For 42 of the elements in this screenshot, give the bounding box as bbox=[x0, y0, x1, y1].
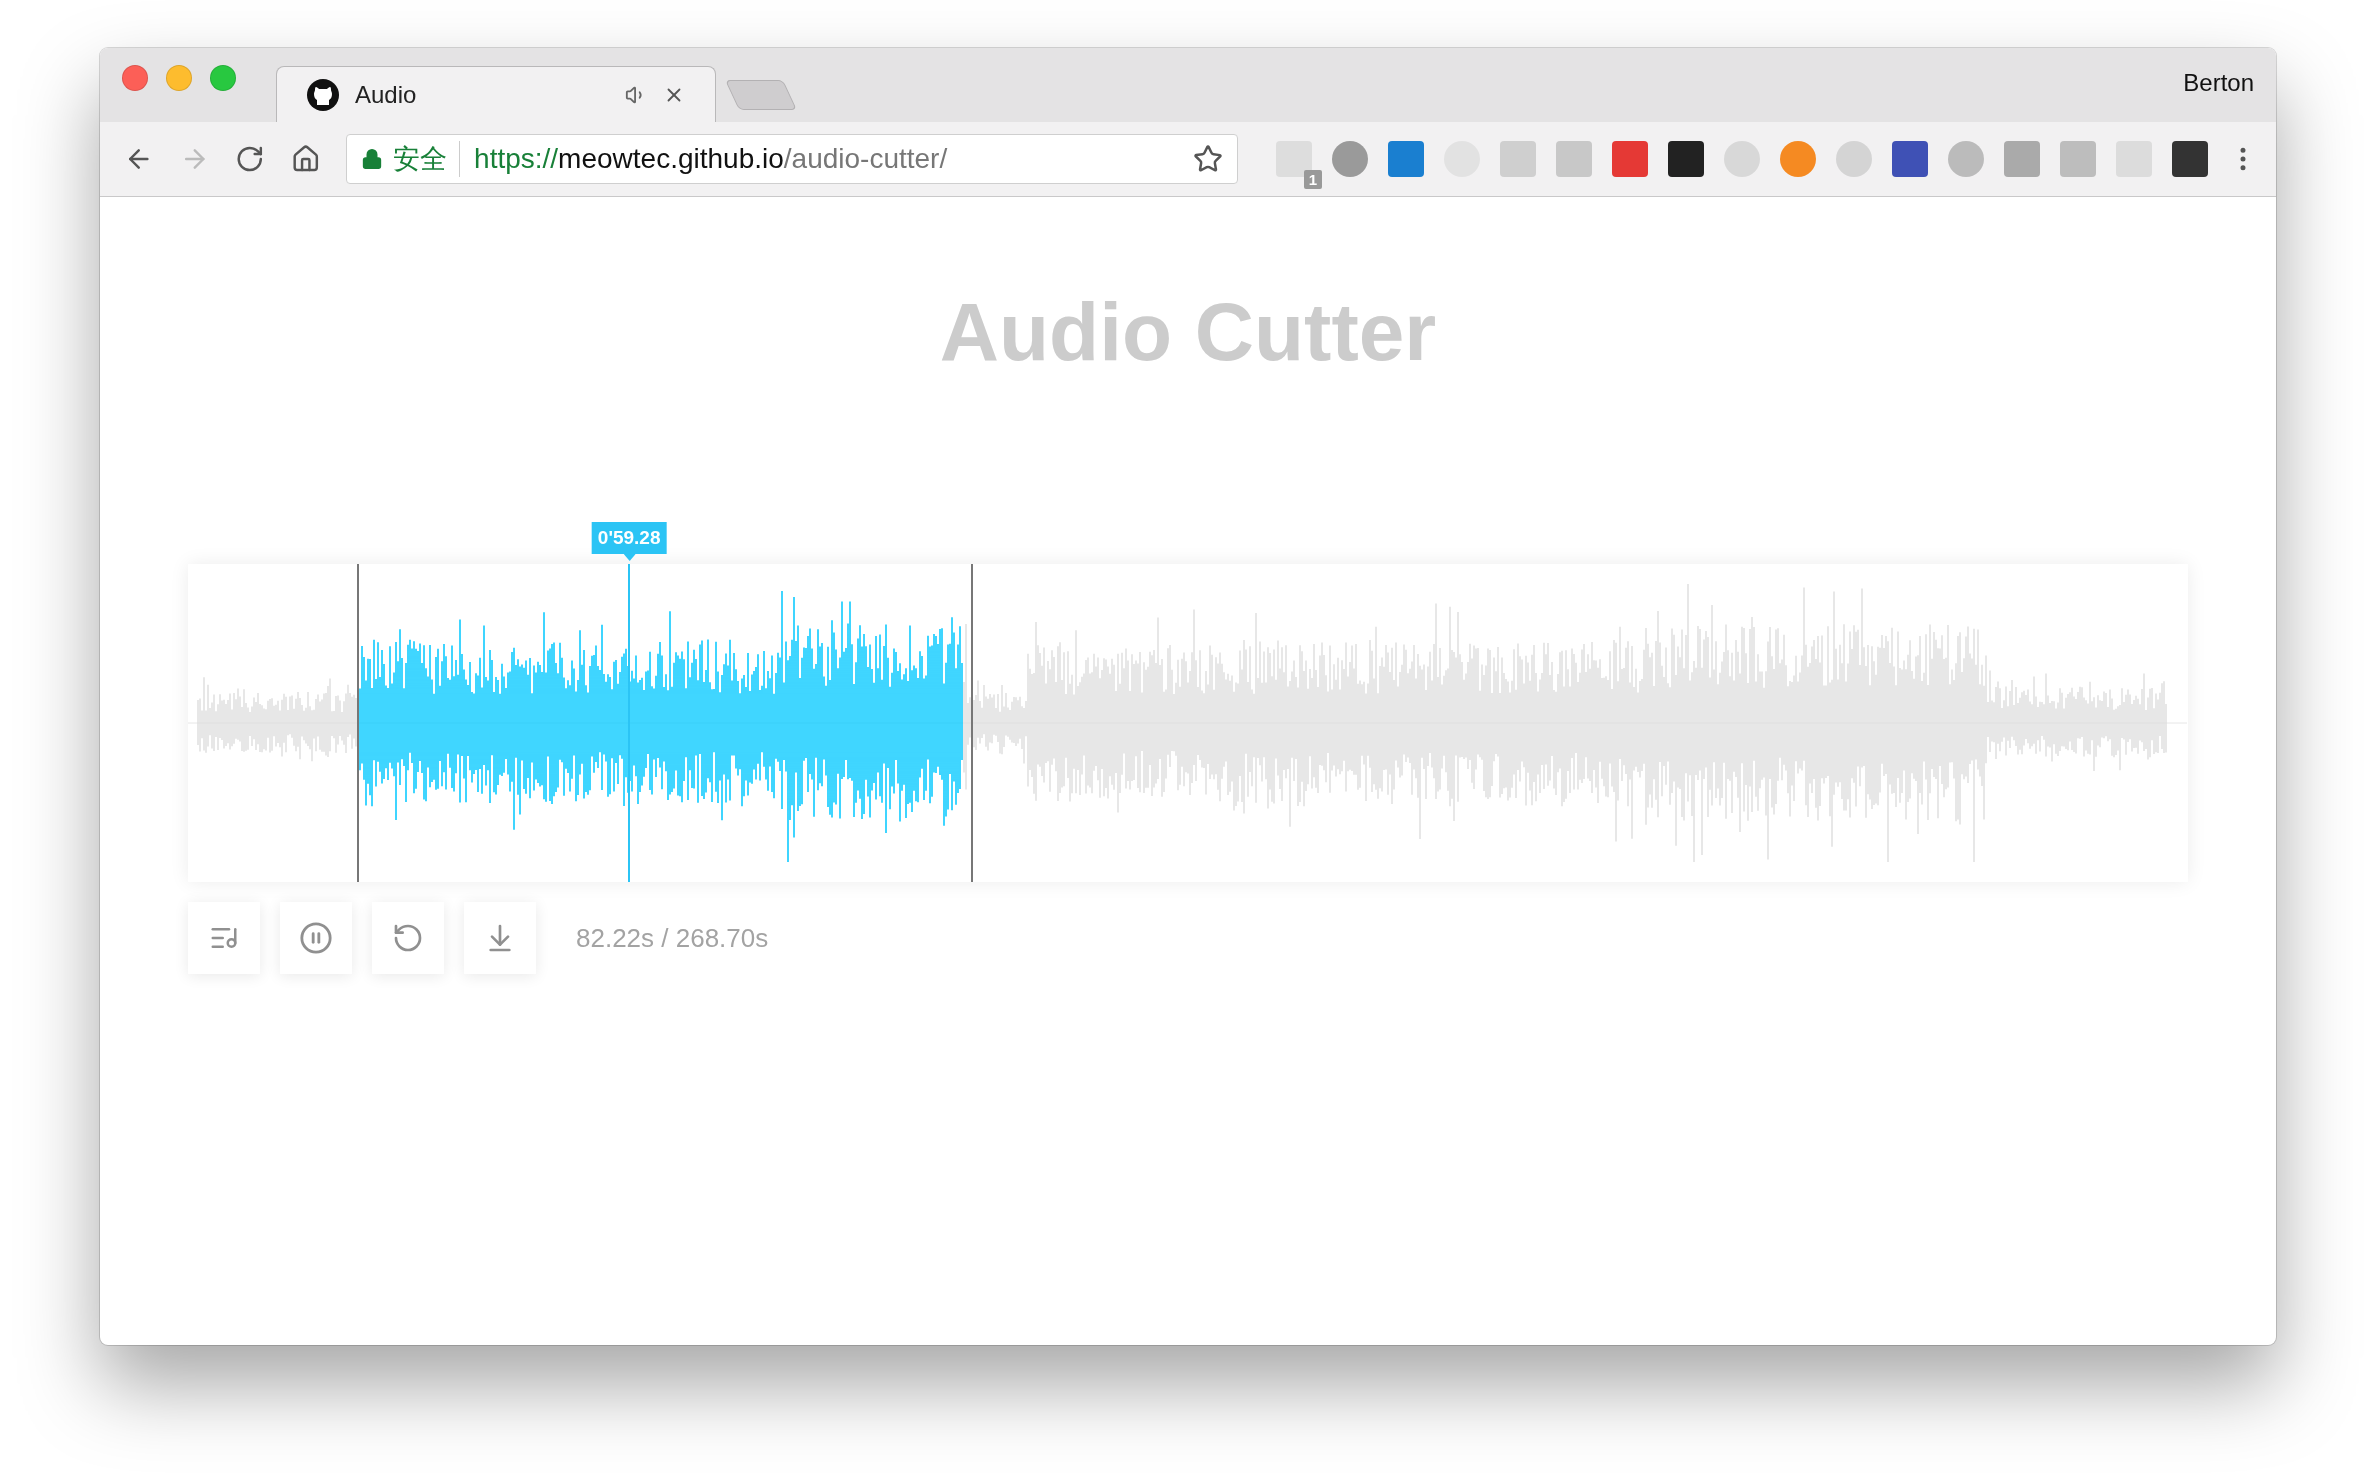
star-icon[interactable] bbox=[1193, 144, 1223, 174]
extension-icon[interactable] bbox=[1724, 141, 1760, 177]
replay-button[interactable] bbox=[372, 902, 444, 974]
selection-handle[interactable] bbox=[357, 564, 359, 882]
playback-time: 82.22s / 268.70s bbox=[576, 922, 769, 954]
selection-handle[interactable] bbox=[971, 564, 973, 882]
extension-icon[interactable] bbox=[1500, 141, 1536, 177]
extension-icon[interactable] bbox=[1836, 141, 1872, 177]
pause-icon bbox=[299, 921, 333, 955]
extension-icon[interactable] bbox=[1388, 141, 1424, 177]
lock-icon bbox=[361, 148, 384, 170]
url-text: https://meowtec.github.io/audio-cutter/ bbox=[473, 143, 949, 175]
tab-title: Audio bbox=[355, 80, 418, 109]
extension-icon[interactable] bbox=[2004, 141, 2040, 177]
extension-icon[interactable] bbox=[1276, 141, 1312, 177]
pointer-icon bbox=[623, 554, 636, 561]
extension-icon[interactable] bbox=[1556, 141, 1592, 177]
secure-label: 安全 bbox=[393, 141, 461, 177]
profile-name[interactable]: Berton bbox=[2183, 69, 2254, 97]
home-icon[interactable] bbox=[290, 144, 321, 174]
extension-icon[interactable] bbox=[1892, 141, 1928, 177]
close-window-button[interactable] bbox=[122, 65, 148, 91]
pause-button[interactable] bbox=[280, 902, 352, 974]
address-bar[interactable]: 安全 https://meowtec.github.io/audio-cutter/ bbox=[346, 134, 1238, 184]
extension-badge: 1 bbox=[1303, 170, 1322, 189]
extension-icon[interactable] bbox=[1668, 141, 1704, 177]
extension-icon[interactable] bbox=[1332, 141, 1368, 177]
minimize-window-button[interactable] bbox=[166, 65, 192, 91]
extension-icon[interactable] bbox=[1612, 141, 1648, 177]
download-button[interactable] bbox=[464, 902, 536, 974]
reload-icon[interactable] bbox=[235, 144, 265, 174]
replay-icon bbox=[392, 922, 424, 954]
extension-icon[interactable] bbox=[1948, 141, 1984, 177]
cat-logo-icon bbox=[307, 78, 339, 111]
maximize-window-button[interactable] bbox=[210, 65, 236, 91]
extension-icon[interactable] bbox=[2060, 141, 2096, 177]
extension-icon[interactable] bbox=[1780, 141, 1816, 177]
playlist-button[interactable] bbox=[188, 902, 260, 974]
browser-tab[interactable]: Audio bbox=[276, 66, 716, 122]
playhead-line[interactable] bbox=[628, 564, 631, 882]
extension-icon[interactable] bbox=[2172, 141, 2208, 177]
playhead-time-label: 0'59.28 bbox=[591, 522, 667, 554]
